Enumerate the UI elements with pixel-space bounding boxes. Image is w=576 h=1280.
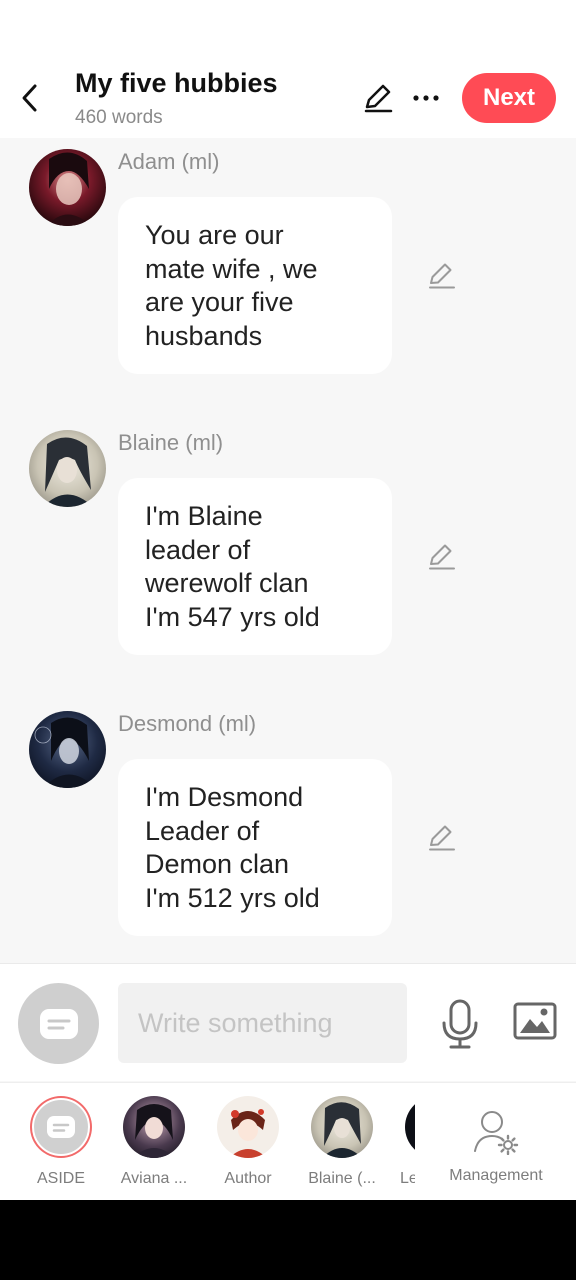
speaker-name: Desmond (ml) [118,711,257,736]
message-bubble[interactable]: You are our mate wife , we are your five… [118,197,392,374]
chevron-left-icon [22,84,37,112]
status-bar [0,0,576,60]
message-line: You are our [145,220,284,250]
edit-message-button[interactable] [424,540,458,574]
edit-message-button[interactable] [424,821,458,855]
message-line: werewolf clan [145,568,309,598]
aside-avatar [30,1096,92,1158]
word-count: 460 words [75,107,163,128]
character-aviana[interactable]: Aviana ... [109,1096,199,1188]
next-button[interactable]: Next [462,73,556,123]
chat-editor-screen: My five hubbies 460 words Next Adam (ml)… [0,0,576,1200]
aside-mode-button[interactable] [18,983,99,1064]
microphone-icon [442,999,478,1049]
back-button[interactable] [12,80,48,116]
character-selector-bar: ASIDE Aviana ... Author Blaine (... Le M… [0,1082,576,1200]
message-line: mate wife , we [145,253,318,284]
aside-bubble-icon [47,1116,75,1138]
more-options-button[interactable] [408,80,444,116]
character-avatar [123,1096,185,1158]
message-line: leader of [145,534,251,565]
character-avatar [311,1096,373,1158]
avatar-desmond[interactable] [29,711,106,788]
management-label: Management [449,1167,543,1184]
management-button[interactable]: Management [446,1109,546,1185]
speaker-name: Blaine (ml) [118,430,224,455]
avatar-image [29,430,106,507]
message-line: Leader of [145,815,260,846]
message-line: I'm 512 yrs old [145,882,320,913]
character-partial[interactable]: Le [400,1096,415,1200]
insert-image-button[interactable] [512,1000,558,1042]
character-label: Blaine (... [308,1170,376,1187]
message-line: I'm Blaine [145,501,263,531]
character-label: Le [400,1170,415,1187]
aside-bubble-icon [39,1008,78,1039]
avatar-blaine[interactable] [29,430,106,507]
avatar-image [29,711,106,788]
more-horizontal-icon [413,95,439,101]
character-author[interactable]: Author [203,1096,293,1188]
message-composer [0,963,576,1081]
character-aside[interactable]: ASIDE [16,1096,106,1188]
pencil-icon [364,84,393,113]
message-line: I'm 547 yrs old [145,601,320,632]
avatar-image [29,149,106,226]
pencil-icon [429,263,455,289]
character-avatar [217,1096,279,1158]
chat-message-list[interactable]: Adam (ml) You are our mate wife , we are… [0,138,576,963]
character-blaine[interactable]: Blaine (... [297,1096,387,1188]
character-label: ASIDE [36,1170,85,1187]
edit-message-button[interactable] [424,259,458,293]
header-bar: My five hubbies 460 words Next [0,60,576,138]
message-line: husbands [145,320,263,351]
pencil-icon [429,825,455,851]
image-icon [513,1002,557,1040]
system-navigation-bar [0,1200,576,1280]
pencil-icon [429,544,455,570]
character-label: Aviana ... [120,1170,188,1187]
message-bubble[interactable]: I'm Blaine leader of werewolf clan I'm 5… [118,478,392,655]
character-label: Author [224,1170,272,1187]
story-title: My five hubbies [75,68,278,98]
message-line: Demon clan [145,849,290,879]
message-input[interactable] [118,983,407,1063]
message-line: I'm Desmond [145,782,304,812]
speaker-name: Adam (ml) [118,149,220,174]
edit-title-button[interactable] [360,80,396,116]
character-avatar [405,1096,415,1158]
voice-input-button[interactable] [438,996,482,1052]
user-settings-icon [474,1111,519,1155]
message-bubble[interactable]: I'm Desmond Leader of Demon clan I'm 512… [118,759,392,936]
message-line: are your five [145,287,294,317]
avatar-adam[interactable] [29,149,106,226]
